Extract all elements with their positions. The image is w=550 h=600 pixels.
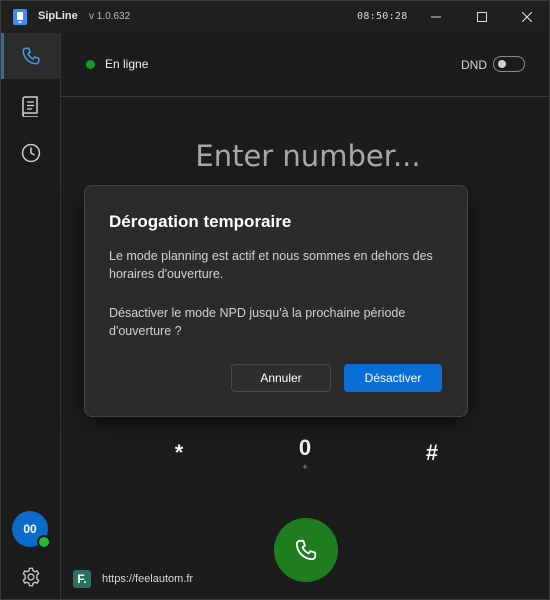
key-label: # <box>425 440 439 465</box>
status-bar: En ligne DND <box>61 33 549 97</box>
app-window: SipLine v 1.0.632 08:50:28 00 En ligne D… <box>0 0 550 600</box>
minimize-button[interactable] <box>413 1 459 33</box>
close-icon <box>522 12 532 22</box>
phone-icon <box>21 47 40 65</box>
key-sublabel: + <box>302 461 308 472</box>
maximize-icon <box>477 12 487 22</box>
dnd-toggle[interactable] <box>493 56 525 72</box>
deactivate-button[interactable]: Désactiver <box>344 364 442 392</box>
sidebar-item-phone[interactable] <box>1 33 60 79</box>
key-zero[interactable]: 0 + <box>280 433 330 473</box>
clock-display: 08:50:28 <box>357 11 408 22</box>
presence-indicator <box>37 535 51 549</box>
settings-button[interactable] <box>1 553 60 599</box>
key-label: * <box>174 440 184 465</box>
title-bar: SipLine v 1.0.632 08:50:28 <box>1 1 549 33</box>
app-title: SipLine <box>38 10 78 22</box>
website-link[interactable]: https://feelautom.fr <box>102 573 193 585</box>
sidebar-item-contacts[interactable] <box>1 83 60 129</box>
number-input[interactable] <box>101 133 515 179</box>
book-icon <box>21 96 38 117</box>
status-indicator <box>86 60 95 69</box>
minimize-icon <box>431 16 441 18</box>
key-label: 0 <box>298 434 312 460</box>
maximize-button[interactable] <box>459 1 505 33</box>
app-logo-icon <box>13 9 27 25</box>
app-version: v 1.0.632 <box>89 11 131 22</box>
close-button[interactable] <box>504 1 549 33</box>
dialog-title: Dérogation temporaire <box>109 212 292 231</box>
sidebar-item-history[interactable] <box>1 130 60 176</box>
sidebar: 00 <box>1 33 61 599</box>
key-hash[interactable]: # <box>407 433 457 473</box>
dnd-toggle-knob <box>498 60 506 68</box>
phone-icon <box>295 539 317 561</box>
clock-icon <box>21 143 40 163</box>
key-star[interactable]: * <box>154 433 204 473</box>
override-dialog: Dérogation temporaire Le mode planning e… <box>84 185 468 417</box>
status-label: En ligne <box>105 57 149 71</box>
call-button[interactable] <box>274 518 338 582</box>
dnd-label: DND <box>461 58 487 72</box>
brand-logo: F. <box>73 570 91 588</box>
cancel-button[interactable]: Annuler <box>231 364 331 392</box>
dialog-question: Désactiver le mode NPD jusqu'à la procha… <box>109 306 406 338</box>
dialog-message: Le mode planning est actif et nous somme… <box>109 249 433 281</box>
gear-icon <box>22 567 39 587</box>
